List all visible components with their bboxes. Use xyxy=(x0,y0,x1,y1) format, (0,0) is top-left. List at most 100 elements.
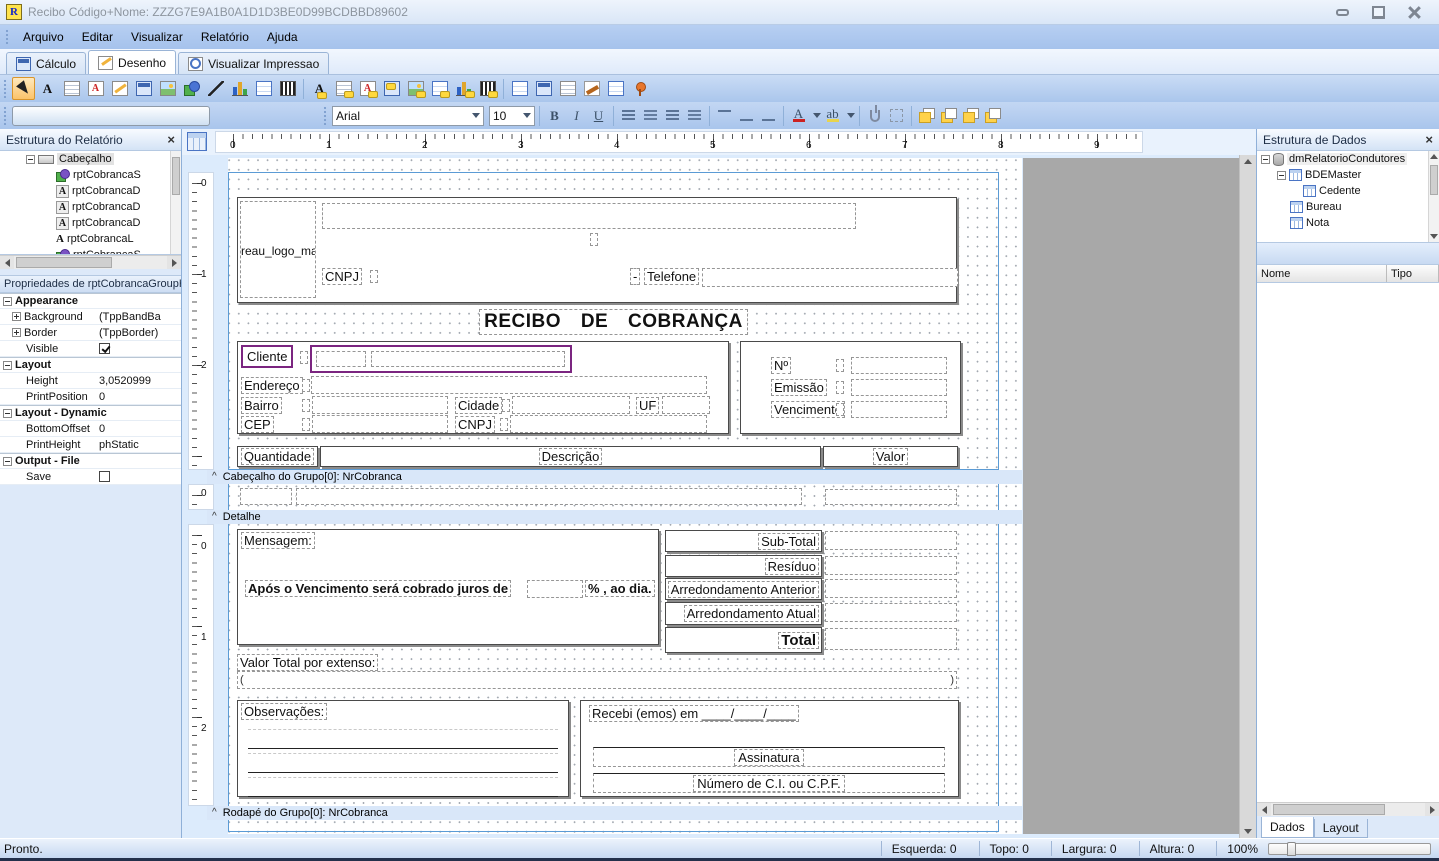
observation-line[interactable] xyxy=(248,753,558,773)
tool-dbtext[interactable]: A xyxy=(308,77,331,100)
tool-shape[interactable] xyxy=(180,77,203,100)
visible-checkbox[interactable] xyxy=(99,343,110,354)
quantidade-label[interactable]: Quantidade xyxy=(241,448,314,465)
scroll-right-button[interactable] xyxy=(1425,803,1439,817)
send-to-back-button[interactable] xyxy=(938,105,959,126)
arred-anterior-field[interactable] xyxy=(825,579,957,598)
observacoes-label[interactable]: Observações: xyxy=(241,703,327,720)
tree-vertical-scrollbar[interactable] xyxy=(1428,151,1439,242)
collapse-toggle[interactable] xyxy=(3,457,12,466)
tool-label[interactable]: A xyxy=(36,77,59,100)
arred-atual-field[interactable] xyxy=(825,603,957,622)
valign-top-button[interactable] xyxy=(714,105,735,126)
border-button[interactable] xyxy=(886,105,907,126)
menu-arquivo[interactable]: Arquivo xyxy=(15,27,72,47)
prop-value[interactable]: phStatic xyxy=(99,439,181,451)
observation-line[interactable] xyxy=(248,729,558,749)
tool-richtext[interactable]: A xyxy=(84,77,107,100)
menu-visualizar[interactable]: Visualizar xyxy=(123,27,191,47)
tool-line[interactable] xyxy=(204,77,227,100)
tool-dbchart[interactable] xyxy=(452,77,475,100)
detail-descricao-field[interactable] xyxy=(296,488,802,505)
tool-dbbarcode[interactable] xyxy=(476,77,499,100)
align-center-button[interactable] xyxy=(640,105,661,126)
move-backward-button[interactable] xyxy=(982,105,1003,126)
prop-value[interactable]: 3,0520999 xyxy=(99,375,181,387)
vencimento-field[interactable] xyxy=(851,401,947,418)
prop-value[interactable]: 0 xyxy=(99,391,181,403)
telefone-field[interactable] xyxy=(702,268,958,287)
italic-button[interactable]: I xyxy=(566,105,587,126)
close-button[interactable] xyxy=(1403,4,1425,20)
prop-row-bottomoffset[interactable]: BottomOffset 0 xyxy=(0,421,181,437)
cep-label[interactable]: CEP xyxy=(241,416,274,433)
tree-item-bdemaster[interactable]: BDEMaster xyxy=(1257,167,1439,183)
descricao-header-cell[interactable]: Descrição xyxy=(320,446,821,467)
valor-header-cell[interactable]: Valor xyxy=(823,446,958,467)
tool-subreport[interactable] xyxy=(532,77,555,100)
connector-field[interactable] xyxy=(302,399,310,412)
endereco-field[interactable] xyxy=(311,376,707,394)
bold-button[interactable]: B xyxy=(544,105,565,126)
scroll-left-button[interactable] xyxy=(0,256,14,270)
cliente-cnpj-label[interactable]: CNPJ xyxy=(455,416,495,433)
tree-item-rptcobranca[interactable]: rptCobrancaS xyxy=(0,167,181,183)
connector-field[interactable] xyxy=(302,379,310,392)
tool-chart[interactable] xyxy=(228,77,251,100)
tab-desenho[interactable]: Desenho xyxy=(88,50,176,74)
prop-row-border[interactable]: Border (TppBorder) xyxy=(0,325,181,341)
canvas-vertical-scrollbar[interactable] xyxy=(1239,155,1256,838)
company-header-box[interactable]: reau_logo_mar CNPJ - Telefone xyxy=(237,197,957,303)
expand-toggle[interactable] xyxy=(12,328,21,337)
menu-relatorio[interactable]: Relatório xyxy=(193,27,257,47)
tree-item-rptcobranca[interactable]: A rptCobrancaD xyxy=(0,183,181,199)
font-color-button[interactable]: A xyxy=(788,105,809,126)
bairro-label[interactable]: Bairro xyxy=(241,397,282,414)
extenso-field[interactable]: ( ) xyxy=(237,671,957,689)
prop-category-appearance[interactable]: Appearance xyxy=(0,293,181,309)
observation-line[interactable] xyxy=(248,777,558,797)
dash-label[interactable]: - xyxy=(630,268,640,285)
fields-horizontal-scrollbar[interactable] xyxy=(1257,802,1439,816)
scroll-right-button[interactable] xyxy=(167,256,181,270)
scroll-left-button[interactable] xyxy=(1257,803,1271,817)
tool-region[interactable] xyxy=(508,77,531,100)
collapse-toggle[interactable] xyxy=(3,297,12,306)
tree-item-bureau[interactable]: Bureau xyxy=(1257,199,1439,215)
tool-system-variable[interactable] xyxy=(108,77,131,100)
collapse-toggle[interactable] xyxy=(3,409,12,418)
tool-memo[interactable] xyxy=(60,77,83,100)
bairro-field[interactable] xyxy=(312,396,448,414)
tool-dbrichtext[interactable]: A xyxy=(356,77,379,100)
assinatura-line[interactable]: Assinatura xyxy=(593,747,945,767)
column-tipo[interactable]: Tipo xyxy=(1387,265,1439,282)
collapse-band-icon[interactable]: ^ xyxy=(212,512,217,522)
scroll-down-icon[interactable] xyxy=(1244,829,1252,834)
residuo-field[interactable] xyxy=(825,556,957,575)
connector-field[interactable] xyxy=(500,418,508,431)
report-title[interactable]: RECIBO DE COBRANÇA xyxy=(479,309,748,335)
collapse-band-icon[interactable]: ^ xyxy=(212,808,217,818)
prop-category-layout-dynamic[interactable]: Layout - Dynamic xyxy=(0,405,181,421)
band-bar-detail[interactable]: ^ Detalhe xyxy=(207,510,1022,524)
emissao-field[interactable] xyxy=(851,379,947,396)
band-bar-group-footer[interactable]: ^ Rodapé do Grupo[0]: NrCobranca xyxy=(207,806,1022,820)
prop-category-output-file[interactable]: Output - File xyxy=(0,453,181,469)
connector-field[interactable] xyxy=(836,359,844,372)
minimize-button[interactable] xyxy=(1331,4,1353,20)
cliente-name-field[interactable] xyxy=(371,351,565,367)
underline-button[interactable]: U xyxy=(588,105,609,126)
tab-layout[interactable]: Layout xyxy=(1314,819,1368,838)
scrollbar-thumb[interactable] xyxy=(16,257,112,268)
recebi-label[interactable]: Recebi (emos) em ____/____/____ xyxy=(589,705,799,722)
prop-row-background[interactable]: Background (TppBandBa xyxy=(0,309,181,325)
observations-box[interactable]: Observações: xyxy=(237,700,569,797)
valor-label[interactable]: Valor xyxy=(873,448,908,465)
tool-grid[interactable] xyxy=(252,77,275,100)
tree-item-datamodule[interactable]: dmRelatorioCondutores xyxy=(1257,151,1439,167)
tool-calc[interactable] xyxy=(132,77,155,100)
tree-item-nota[interactable]: Nota xyxy=(1257,215,1439,231)
vencimento-label[interactable]: Vencimento xyxy=(771,401,845,418)
tree-horizontal-scrollbar[interactable] xyxy=(0,255,181,269)
scroll-up-icon[interactable] xyxy=(1430,154,1438,159)
